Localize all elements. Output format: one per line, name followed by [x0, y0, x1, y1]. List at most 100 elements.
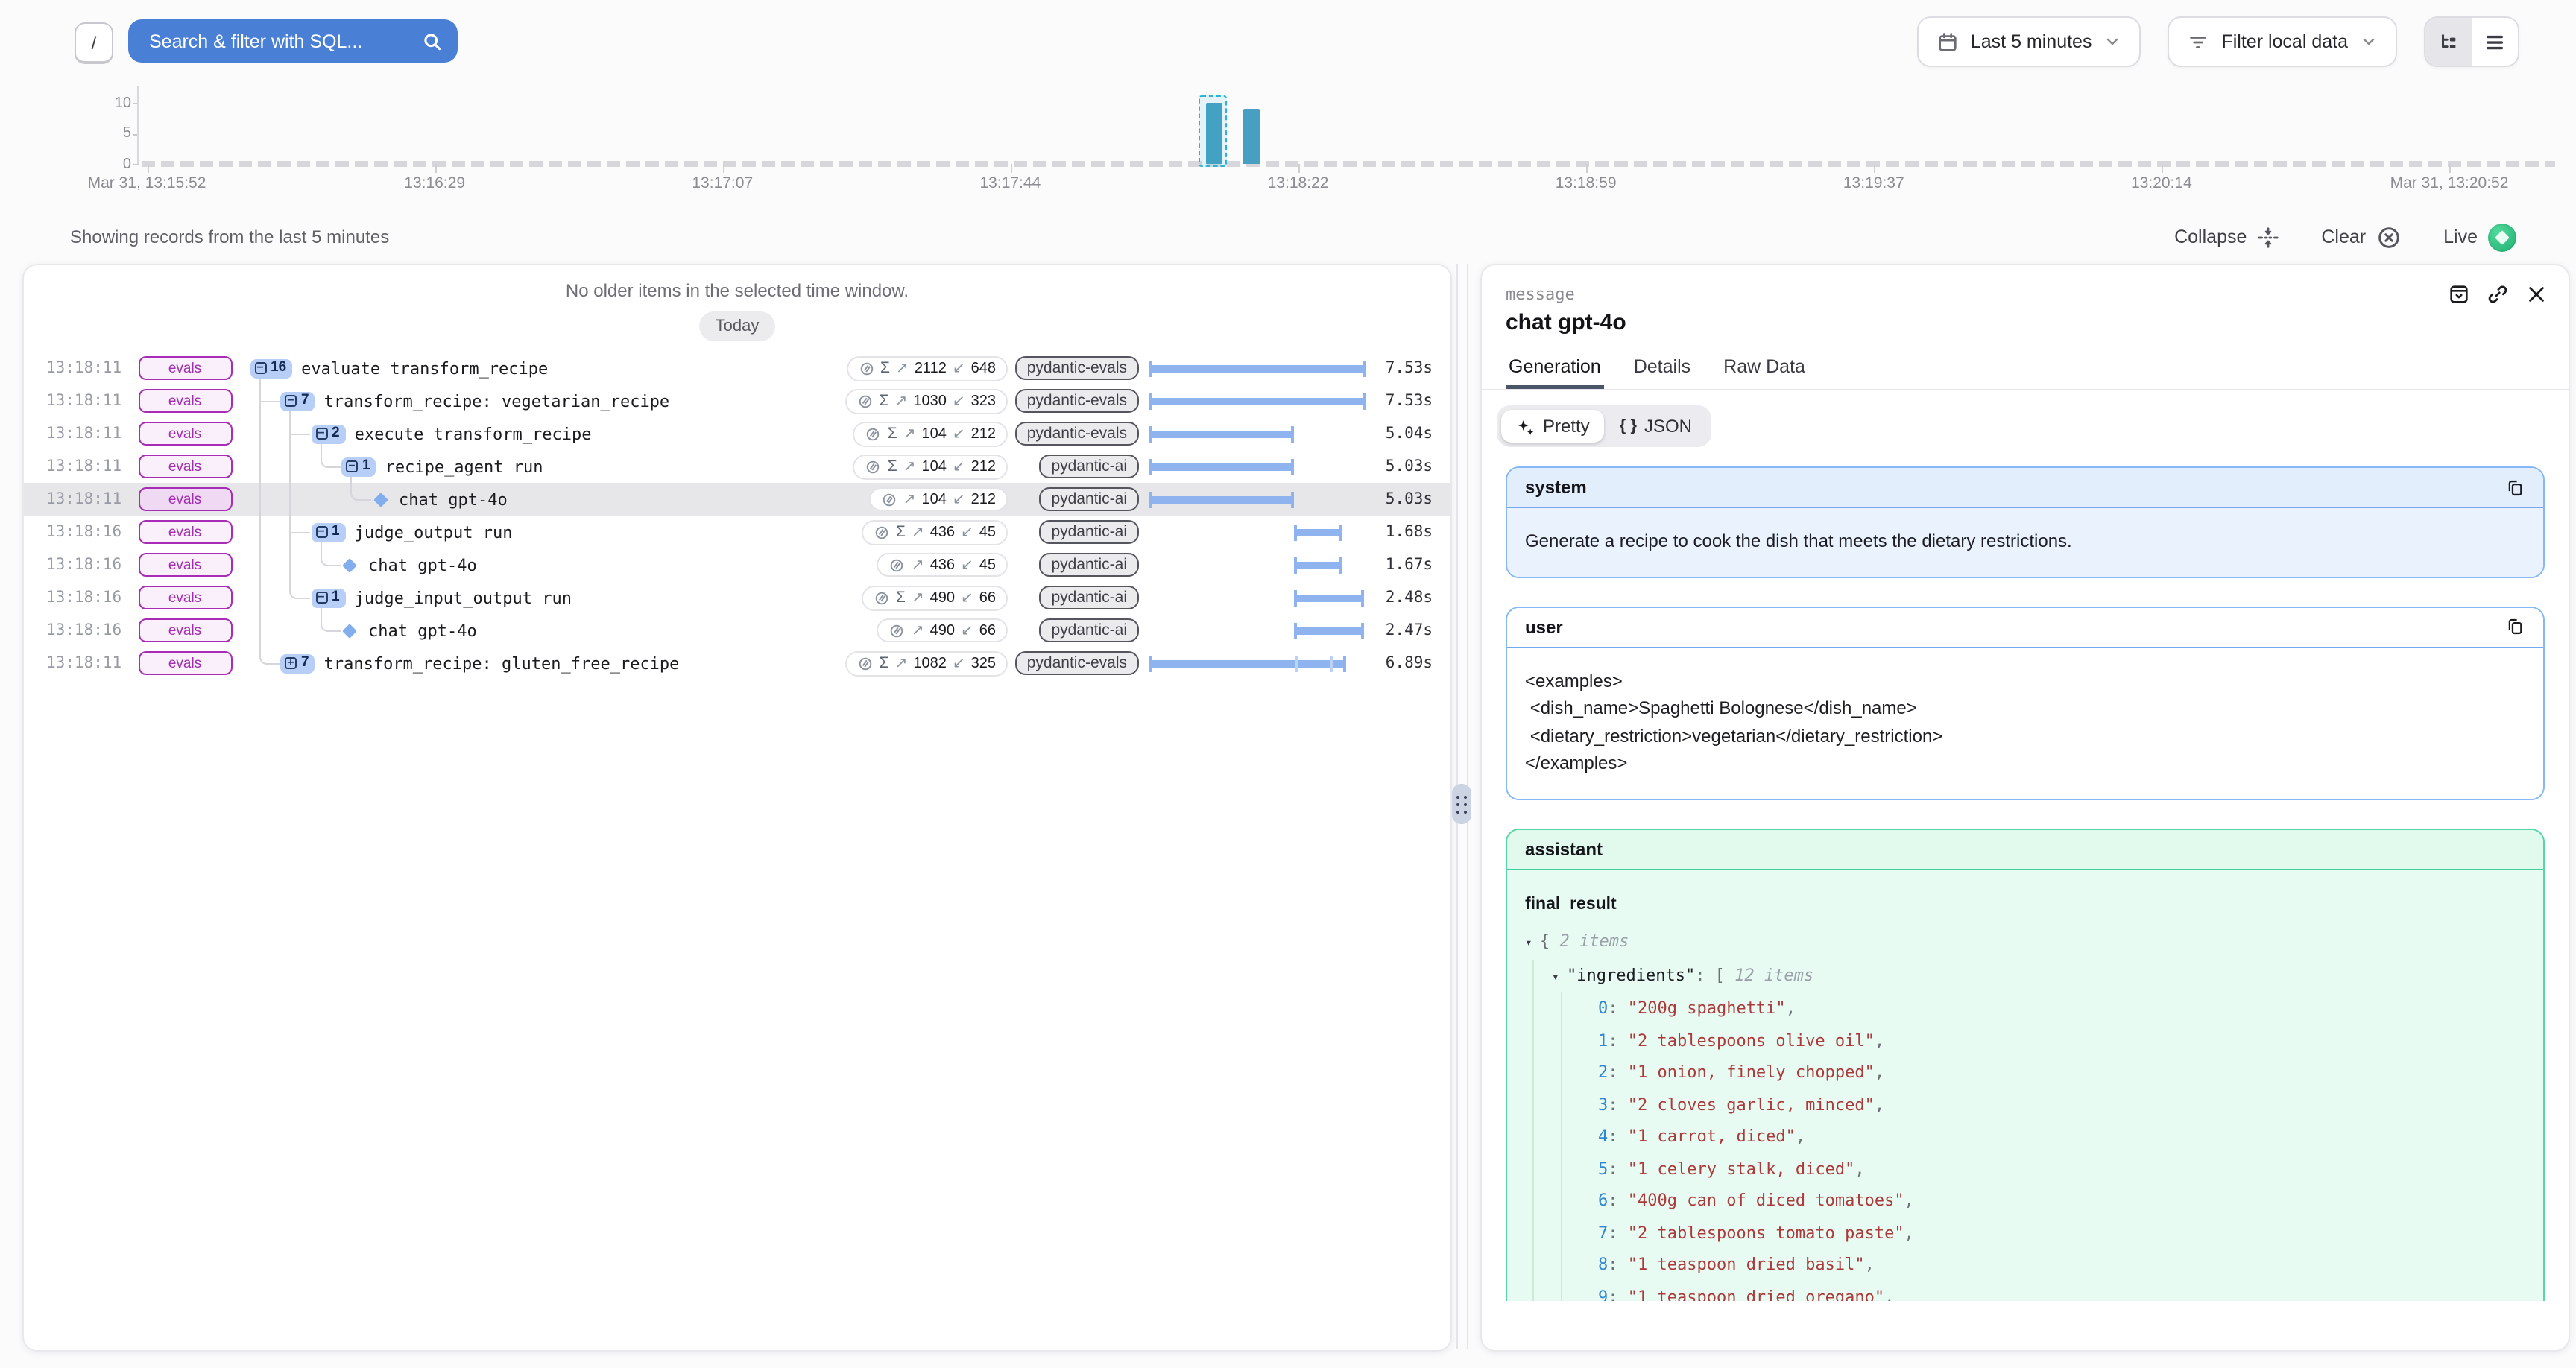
expand-collapse-toggle[interactable]: −1	[311, 522, 346, 542]
package-tag[interactable]: pydantic-evals	[1015, 422, 1139, 446]
expand-collapse-toggle[interactable]: +7	[280, 653, 315, 673]
filter-local-data-dropdown[interactable]: Filter local data	[2168, 16, 2397, 67]
json-array-item: 1: "2 tablespoons olive oil",	[1598, 1025, 2525, 1057]
package-tag[interactable]: pydantic-ai	[1039, 455, 1139, 478]
expand-collapse-toggle[interactable]: −2	[311, 424, 346, 443]
token-metrics-pill[interactable]: ↗104↙212	[869, 487, 1008, 511]
copy-icon[interactable]	[2506, 478, 2525, 497]
child-count: 2	[332, 426, 340, 441]
output-tokens-value: 212	[971, 458, 996, 475]
records-histogram[interactable]: 1050Mar 31, 13:15:5213:16:2913:17:0713:1…	[0, 82, 2576, 201]
package-tag[interactable]: pydantic-ai	[1039, 520, 1139, 544]
trace-row[interactable]: 13:18:11evals−7transform_recipe: vegetar…	[24, 384, 1450, 417]
package-tag[interactable]: pydantic-evals	[1015, 651, 1139, 675]
package-tag[interactable]: pydantic-evals	[1015, 389, 1139, 413]
trace-row[interactable]: 13:18:16evals−1judge_input_output runΣ↗4…	[24, 581, 1450, 614]
json-root-line: ▾{ 2 items	[1525, 925, 2525, 959]
span-name: judge_output run	[355, 522, 513, 542]
live-toggle[interactable]: Live	[2443, 223, 2516, 251]
evals-badge[interactable]: evals	[138, 356, 232, 380]
output-tokens-value: 323	[971, 393, 996, 409]
histogram-bar[interactable]	[1244, 109, 1260, 164]
evals-badge[interactable]: evals	[138, 455, 232, 478]
collapse-chevron-icon[interactable]: ▾	[1525, 927, 1540, 959]
tab-details[interactable]: Details	[1631, 356, 1693, 389]
chevron-down-icon	[2103, 33, 2121, 51]
row-metrics-cell: Σ↗104↙212	[784, 421, 1008, 446]
token-metrics-pill[interactable]: Σ↗490↙66	[862, 585, 1008, 610]
expand-collapse-toggle[interactable]: −1	[341, 457, 376, 476]
json-view-button[interactable]: { }JSON	[1605, 410, 1707, 443]
sparkle-icon	[1516, 417, 1535, 436]
clear-button[interactable]: Clear	[2321, 224, 2402, 250]
trace-row[interactable]: 13:18:16evalschat gpt-4o↗436↙45pydantic-…	[24, 548, 1450, 581]
copy-link-icon[interactable]	[2487, 283, 2509, 305]
output-tokens-arrow-icon: ↙	[961, 524, 973, 540]
token-metrics-pill[interactable]: Σ↗104↙212	[853, 421, 1008, 446]
token-metrics-pill[interactable]: Σ↗436↙45	[862, 519, 1008, 545]
trace-row[interactable]: 13:18:11evals−1recipe_agent runΣ↗104↙212…	[24, 450, 1450, 483]
package-tag[interactable]: pydantic-ai	[1039, 487, 1139, 511]
trace-row[interactable]: 13:18:16evalschat gpt-4o↗490↙66pydantic-…	[24, 614, 1450, 647]
trace-row[interactable]: 13:18:11evals+7transform_recipe: gluten_…	[24, 647, 1450, 680]
package-tag[interactable]: pydantic-ai	[1039, 553, 1139, 577]
token-metrics-pill[interactable]: ↗490↙66	[877, 618, 1008, 642]
list-view-button[interactable]	[2472, 18, 2518, 66]
search-input[interactable]: Search & filter with SQL...	[128, 19, 458, 63]
panel-resize-handle[interactable]	[1452, 784, 1471, 824]
row-tag-cell: pydantic-evals	[1008, 422, 1139, 446]
trace-row[interactable]: 13:18:16evals−1judge_output runΣ↗436↙45p…	[24, 516, 1450, 548]
duration-bar-end-cap	[1362, 393, 1365, 409]
histogram-selection-box[interactable]	[1198, 95, 1226, 167]
trace-row[interactable]: 13:18:11evals−2execute transform_recipeΣ…	[24, 417, 1450, 450]
token-coin-icon	[889, 622, 906, 639]
evals-badge[interactable]: evals	[138, 520, 232, 544]
message-header: system	[1507, 468, 2543, 508]
token-metrics-pill[interactable]: Σ↗2112↙648	[846, 355, 1008, 381]
copy-icon[interactable]	[2506, 617, 2525, 636]
tab-raw-data[interactable]: Raw Data	[1720, 356, 1808, 389]
token-metrics-pill[interactable]: ↗436↙45	[877, 553, 1008, 577]
chevron-down-icon	[2360, 33, 2378, 51]
tab-generation[interactable]: Generation	[1506, 356, 1604, 389]
row-duration-bar-cell	[1139, 614, 1365, 647]
row-badge-cell: evals	[138, 651, 232, 675]
child-count: 1	[332, 525, 340, 539]
json-array-item: 7: "2 tablespoons tomato paste",	[1598, 1217, 2525, 1249]
evals-badge[interactable]: evals	[138, 422, 232, 446]
token-metrics-pill[interactable]: Σ↗104↙212	[853, 454, 1008, 479]
row-timestamp: 13:18:11	[46, 654, 138, 672]
evals-badge[interactable]: evals	[138, 389, 232, 413]
token-metrics-pill[interactable]: Σ↗1030↙323	[845, 388, 1008, 414]
token-metrics-pill[interactable]: Σ↗1082↙325	[845, 650, 1008, 676]
trace-row[interactable]: 13:18:11evals−16evaluate transform_recip…	[24, 352, 1450, 384]
package-tag[interactable]: pydantic-ai	[1039, 618, 1139, 642]
expand-collapse-toggle[interactable]: −16	[250, 358, 292, 378]
evals-badge[interactable]: evals	[138, 487, 232, 511]
output-tokens-arrow-icon: ↙	[961, 589, 973, 606]
x-axis-tick	[2162, 164, 2163, 173]
filter-label: Filter local data	[2221, 31, 2348, 52]
input-tokens-arrow-icon: ↗	[903, 425, 916, 442]
evals-badge[interactable]: evals	[138, 651, 232, 675]
input-tokens-value: 436	[930, 557, 955, 573]
dock-panel-icon[interactable]	[2448, 283, 2470, 305]
collapse-button[interactable]: Collapse	[2174, 226, 2279, 248]
time-range-dropdown[interactable]: Last 5 minutes	[1917, 16, 2141, 67]
package-tag[interactable]: pydantic-evals	[1015, 356, 1139, 380]
minus-icon: −	[285, 395, 297, 407]
sigma-total-icon: Σ	[888, 457, 897, 475]
evals-badge[interactable]: evals	[138, 553, 232, 577]
collapse-chevron-icon[interactable]: ▾	[1552, 960, 1567, 992]
row-badge-cell: evals	[138, 618, 232, 642]
package-tag[interactable]: pydantic-ai	[1039, 586, 1139, 609]
trace-row[interactable]: 13:18:11evalschat gpt-4o↗104↙212pydantic…	[24, 483, 1450, 516]
pretty-view-button[interactable]: Pretty	[1501, 410, 1605, 443]
close-icon[interactable]	[2525, 283, 2548, 305]
evals-badge[interactable]: evals	[138, 586, 232, 609]
row-timestamp: 13:18:11	[46, 359, 138, 377]
tree-view-button[interactable]	[2425, 18, 2472, 66]
expand-collapse-toggle[interactable]: −7	[280, 391, 315, 411]
evals-badge[interactable]: evals	[138, 618, 232, 642]
expand-collapse-toggle[interactable]: −1	[311, 588, 346, 607]
